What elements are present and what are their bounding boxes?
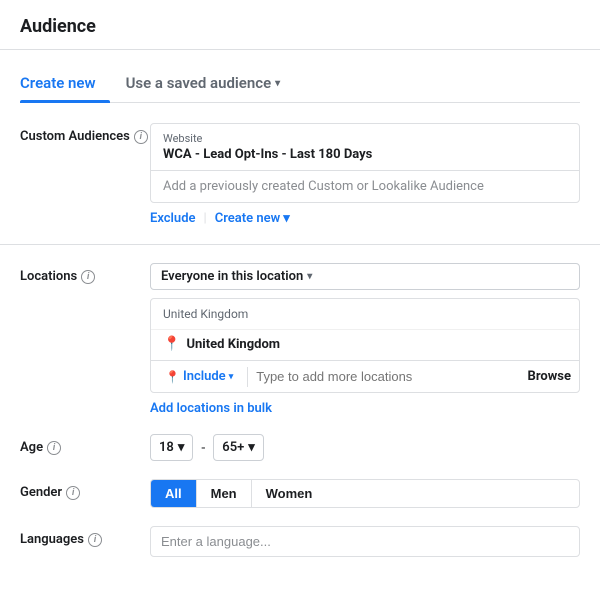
gender-btn-men[interactable]: Men [197,480,252,507]
gender-row: Gender i All Men Women [20,479,580,508]
audiences-placeholder[interactable]: Add a previously created Custom or Looka… [151,171,579,202]
age-min-chevron-icon: ▾ [178,440,185,455]
audiences-actions: Exclude | Create new ▾ [150,211,580,226]
age-max-dropdown[interactable]: 65+ ▾ [213,434,264,461]
audience-panel: Audience Create new Use a saved audience… [0,0,600,591]
location-type-label: Everyone in this location [161,269,303,284]
languages-content [150,526,580,557]
create-new-chevron-icon: ▾ [283,211,290,226]
age-min-dropdown[interactable]: 18 ▾ [150,434,193,461]
saved-audience-chevron-icon: ▾ [275,78,280,89]
age-separator: - [201,440,205,456]
age-min-value: 18 [159,440,174,455]
custom-audiences-content: Website WCA - Lead Opt-Ins - Last 180 Da… [150,123,580,226]
location-search-input[interactable] [256,369,527,384]
age-max-value: 65+ [222,440,244,455]
locations-label: Locations i [20,263,150,284]
include-separator [247,367,248,387]
exclude-link[interactable]: Exclude [150,211,196,226]
gender-content: All Men Women [150,479,580,508]
tab-create-new[interactable]: Create new [20,66,110,102]
location-dropdown-chevron-icon: ▾ [307,271,312,282]
locations-box: United Kingdom 📍 United Kingdom 📍 Includ… [150,298,580,393]
include-dropdown[interactable]: 📍 Include ▾ [159,365,239,388]
age-row: Age i 18 ▾ - 65+ ▾ [20,434,580,461]
locations-row: Locations i Everyone in this location ▾ … [20,263,580,416]
language-input[interactable] [150,526,580,557]
age-content: 18 ▾ - 65+ ▾ [150,434,580,461]
include-row: 📍 Include ▾ Browse [151,360,579,392]
locations-header: United Kingdom [151,299,579,329]
action-separator: | [204,211,207,226]
include-chevron-icon: ▾ [229,372,234,382]
audiences-item-value: WCA - Lead Opt-Ins - Last 180 Days [163,147,567,162]
create-new-link[interactable]: Create new ▾ [215,211,290,226]
locations-info-icon[interactable]: i [81,270,95,284]
locations-item-name: United Kingdom [186,337,280,352]
top-divider [0,49,600,50]
age-controls: 18 ▾ - 65+ ▾ [150,434,580,461]
custom-audiences-label: Custom Audiences i [20,123,150,144]
location-type-dropdown[interactable]: Everyone in this location ▾ [150,263,580,290]
age-info-icon[interactable]: i [47,441,61,455]
gender-buttons: All Men Women [150,479,580,508]
gender-btn-all[interactable]: All [151,480,197,507]
audiences-item-type: Website [163,132,567,145]
page-title: Audience [20,16,580,37]
locations-selected-item: 📍 United Kingdom [151,329,579,360]
languages-label: Languages i [20,526,150,547]
create-new-label: Create new [215,211,280,226]
location-pin-icon: 📍 [163,336,180,352]
include-label: Include [183,369,226,384]
add-locations-bulk-link[interactable]: Add locations in bulk [150,401,272,416]
age-max-chevron-icon: ▾ [248,440,255,455]
include-pin-icon: 📍 [165,370,180,384]
locations-content: Everyone in this location ▾ United Kingd… [150,263,580,416]
audiences-box: Website WCA - Lead Opt-Ins - Last 180 Da… [150,123,580,203]
gender-label: Gender i [20,479,150,500]
browse-link[interactable]: Browse [528,369,571,384]
audiences-item: Website WCA - Lead Opt-Ins - Last 180 Da… [151,124,579,171]
gender-info-icon[interactable]: i [66,486,80,500]
custom-audiences-row: Custom Audiences i Website WCA - Lead Op… [20,123,580,226]
audience-tabs: Create new Use a saved audience ▾ [20,66,580,103]
custom-audiences-info-icon[interactable]: i [134,130,148,144]
tab-use-saved[interactable]: Use a saved audience ▾ [126,66,295,102]
gender-btn-women[interactable]: Women [252,480,327,507]
languages-row: Languages i [20,526,580,557]
languages-info-icon[interactable]: i [88,533,102,547]
age-label: Age i [20,434,150,455]
section-divider [0,244,600,245]
